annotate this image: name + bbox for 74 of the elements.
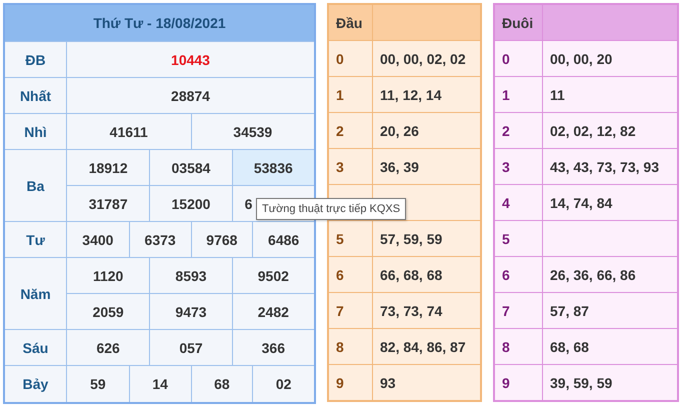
number-list: 39, 59, 59 (550, 374, 612, 390)
digit-label: 3 (502, 158, 510, 174)
prize-label: Bảy (5, 366, 67, 402)
number-cell: 34539 (190, 114, 314, 149)
number-cell-text: 2059 (92, 302, 125, 322)
number-list: 43, 43, 73, 73, 93 (550, 158, 659, 174)
number-cell-text: 18912 (88, 158, 129, 178)
number-cell: 9473 (149, 294, 232, 329)
number-cell: 53836 (232, 150, 314, 185)
number-cell-text: 1120 (92, 266, 124, 286)
number-cell: 6486 (252, 222, 314, 257)
digit-label: 0 (336, 50, 344, 66)
number-cell-text: 28874 (170, 86, 211, 106)
digit-label: 5 (336, 230, 344, 246)
number-cell: 2482 (232, 294, 314, 329)
number-list: 20, 26 (380, 122, 419, 138)
digit-label: 2 (502, 122, 510, 138)
number-list: 73, 73, 74 (380, 302, 442, 318)
digit-label: 2 (336, 122, 344, 138)
number-cell-text: 10443 (170, 50, 211, 70)
number-cell: 9502 (232, 258, 314, 293)
number-cell: 15200 (149, 186, 232, 221)
column-header: Đuôi (495, 5, 543, 40)
prize-label: Sáu (5, 330, 67, 365)
prize-label: Nhì (5, 114, 67, 149)
number-list: 57, 87 (550, 302, 589, 318)
table-header: Thứ Tư - 18/08/2021 (5, 5, 314, 42)
number-list: 93 (380, 374, 396, 390)
prize-label: Tư (5, 222, 67, 257)
number-list: 82, 84, 86, 87 (380, 338, 466, 354)
digit-label: 3 (336, 158, 344, 174)
number-list: 36, 39 (380, 158, 419, 174)
number-list: 66, 68, 68 (380, 266, 442, 282)
number-list: 57, 59, 59 (380, 230, 442, 246)
number-list: 11 (550, 86, 565, 102)
digit-label: 9 (336, 374, 344, 390)
number-cell: 02 (252, 366, 314, 402)
number-cell: 366 (232, 330, 314, 365)
number-list: 11, 12, 14 (380, 86, 442, 102)
number-list: 68, 68 (550, 338, 589, 354)
number-cell: 057 (149, 330, 232, 365)
number-cell-text: 31787 (88, 194, 129, 214)
number-cell: 9768 (190, 222, 252, 257)
digit-label: 1 (502, 86, 510, 102)
column-header: Đầu (329, 5, 373, 40)
number-list: 26, 36, 66, 86 (550, 266, 636, 282)
digit-label: 1 (336, 86, 344, 102)
number-list: 02, 02, 12, 82 (550, 122, 636, 138)
digit-label: 0 (502, 50, 510, 66)
number-cell: 68 (190, 366, 252, 402)
digit-label: 8 (336, 338, 344, 354)
digit-label: 7 (502, 302, 510, 318)
digit-label: 6 (336, 266, 344, 282)
prize-label: Nhất (5, 78, 67, 113)
number-list: 00, 00, 20 (550, 50, 612, 66)
number-cell: 14 (128, 366, 190, 402)
number-cell-text: 59 (89, 375, 107, 394)
number-list: 14, 74, 84 (550, 194, 612, 210)
prize-label: Ba (5, 150, 67, 221)
number-cell-text: 3400 (81, 230, 114, 250)
digit-label: 9 (502, 374, 510, 390)
number-list: 00, 00, 02, 02 (380, 50, 466, 66)
number-cell: 6373 (128, 222, 190, 257)
number-cell-text: 626 (95, 338, 121, 358)
number-cell-text: 41611 (108, 122, 149, 142)
prize-label: ĐB (5, 42, 67, 77)
number-cell: 8593 (149, 258, 232, 293)
digit-label: 4 (502, 194, 510, 210)
digit-label: 5 (502, 230, 510, 246)
digit-label: 8 (502, 338, 510, 354)
prize-label: Năm (5, 258, 67, 329)
digit-label: 6 (502, 266, 510, 282)
digit-label: 7 (336, 302, 344, 318)
tooltip: Tường thuật trực tiếp KQXS (256, 198, 406, 220)
